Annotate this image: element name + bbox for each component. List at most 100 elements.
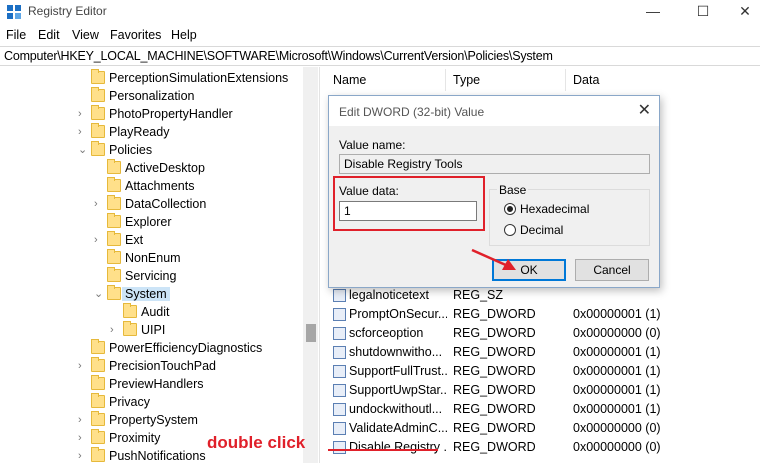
value-data-highlight bbox=[333, 176, 485, 231]
column-type-header[interactable]: Type bbox=[453, 73, 480, 87]
tree-item[interactable]: ⌄ Policies bbox=[0, 141, 300, 159]
value-name: undockwithoutl... bbox=[349, 402, 443, 416]
minimize-button[interactable]: — bbox=[638, 0, 668, 22]
chevron-right-icon[interactable]: › bbox=[78, 123, 88, 141]
registry-value-icon bbox=[333, 327, 346, 340]
tree-item[interactable]: Personalization bbox=[0, 87, 300, 105]
tree-item[interactable]: NonEnum bbox=[0, 249, 300, 267]
value-type: REG_DWORD bbox=[453, 364, 536, 378]
value-name-label: Value name: bbox=[339, 138, 406, 152]
tree-item[interactable]: Privacy bbox=[0, 393, 300, 411]
value-row[interactable]: legalnoticetext REG_SZ bbox=[329, 286, 760, 305]
chevron-down-icon[interactable]: ⌄ bbox=[78, 141, 88, 159]
registry-value-icon bbox=[333, 422, 346, 435]
tree-item[interactable]: › Ext bbox=[0, 231, 300, 249]
tree-item[interactable]: Audit bbox=[0, 303, 300, 321]
folder-icon bbox=[107, 267, 121, 282]
chevron-down-icon[interactable]: ⌄ bbox=[94, 285, 104, 303]
value-type: REG_DWORD bbox=[453, 383, 536, 397]
decimal-radio[interactable] bbox=[504, 224, 516, 236]
value-row[interactable]: undockwithoutl... REG_DWORD 0x00000001 (1) bbox=[329, 400, 760, 419]
tree-item[interactable]: PowerEfficiencyDiagnostics bbox=[0, 339, 300, 357]
hexadecimal-label[interactable]: Hexadecimal bbox=[520, 202, 589, 216]
tree-item-label: Proximity bbox=[109, 431, 161, 445]
registry-value-icon bbox=[333, 308, 346, 321]
tree-item[interactable]: › PrecisionTouchPad bbox=[0, 357, 300, 375]
folder-icon bbox=[107, 195, 121, 210]
value-name: scforceoption bbox=[349, 326, 424, 340]
maximize-button[interactable]: ☐ bbox=[688, 0, 718, 22]
menu-help[interactable]: Help bbox=[171, 28, 197, 42]
value-row[interactable]: ValidateAdminC... REG_DWORD 0x00000000 (0) bbox=[329, 419, 760, 438]
value-type: REG_SZ bbox=[453, 288, 504, 302]
menu-file[interactable]: File bbox=[6, 28, 26, 42]
tree-item[interactable]: Explorer bbox=[0, 213, 300, 231]
value-name: ValidateAdminC... bbox=[349, 421, 447, 435]
value-type: REG_DWORD bbox=[453, 307, 536, 321]
value-row[interactable]: scforceoption REG_DWORD 0x00000000 (0) bbox=[329, 324, 760, 343]
dialog-title-bar: Edit DWORD (32-bit) Value ✕ bbox=[329, 96, 659, 126]
tree-item[interactable]: ⌄ System bbox=[0, 285, 300, 303]
tree-item-label: Attachments bbox=[125, 179, 195, 193]
menu-view[interactable]: View bbox=[72, 28, 99, 42]
folder-icon bbox=[91, 411, 105, 426]
value-data: 0x00000000 (0) bbox=[573, 440, 661, 454]
tree-item[interactable]: PreviewHandlers bbox=[0, 375, 300, 393]
tree-item-label: Policies bbox=[109, 143, 153, 157]
value-type: REG_DWORD bbox=[453, 326, 536, 340]
tree-item-label: PerceptionSimulationExtensions bbox=[109, 71, 289, 85]
tree-scrollbar[interactable] bbox=[303, 67, 318, 463]
tree-item[interactable]: PerceptionSimulationExtensions bbox=[0, 69, 300, 87]
tree-item[interactable]: › DataCollection bbox=[0, 195, 300, 213]
menu-favorites[interactable]: Favorites bbox=[110, 28, 161, 42]
column-separator[interactable] bbox=[445, 69, 446, 91]
hexadecimal-radio[interactable] bbox=[504, 203, 516, 215]
base-label: Base bbox=[497, 183, 529, 197]
column-name-header[interactable]: Name bbox=[333, 73, 366, 87]
double-click-annotation: double click bbox=[207, 433, 306, 452]
tree-item[interactable]: Servicing bbox=[0, 267, 300, 285]
chevron-right-icon[interactable]: › bbox=[78, 357, 88, 375]
value-row[interactable]: SupportFullTrust... REG_DWORD 0x00000001 (… bbox=[329, 362, 760, 381]
chevron-right-icon[interactable]: › bbox=[78, 411, 88, 429]
tree-scrollbar-thumb[interactable] bbox=[306, 324, 316, 342]
column-separator[interactable] bbox=[565, 69, 566, 91]
chevron-right-icon[interactable]: › bbox=[94, 231, 104, 249]
tree-item[interactable]: › PropertySystem bbox=[0, 411, 300, 429]
folder-icon bbox=[107, 213, 121, 228]
base-group bbox=[489, 189, 650, 246]
value-row[interactable]: SupportUwpStar... REG_DWORD 0x00000001 (1) bbox=[329, 381, 760, 400]
close-button[interactable]: ✕ bbox=[730, 0, 760, 22]
chevron-right-icon[interactable]: › bbox=[78, 105, 88, 123]
tree-item[interactable]: › UIPI bbox=[0, 321, 300, 339]
tree-item[interactable]: › PlayReady bbox=[0, 123, 300, 141]
chevron-right-icon[interactable]: › bbox=[110, 321, 120, 339]
chevron-right-icon[interactable]: › bbox=[78, 429, 88, 447]
tree-item-label: System bbox=[122, 287, 170, 301]
folder-icon bbox=[91, 393, 105, 408]
tree-item[interactable]: › PhotoPropertyHandler bbox=[0, 105, 300, 123]
folder-icon bbox=[91, 141, 105, 156]
chevron-right-icon[interactable]: › bbox=[78, 447, 88, 463]
tree-item-label: ActiveDesktop bbox=[125, 161, 205, 175]
tree-item[interactable]: Attachments bbox=[0, 177, 300, 195]
chevron-right-icon[interactable]: › bbox=[94, 195, 104, 213]
folder-icon bbox=[91, 339, 105, 354]
value-row[interactable]: shutdownwitho... REG_DWORD 0x00000001 (1) bbox=[329, 343, 760, 362]
dialog-close-button[interactable]: ✕ bbox=[638, 100, 651, 120]
folder-icon bbox=[123, 303, 137, 318]
tree-item[interactable]: ActiveDesktop bbox=[0, 159, 300, 177]
cancel-button[interactable]: Cancel bbox=[575, 259, 649, 281]
registry-value-icon bbox=[333, 289, 346, 302]
menu-edit[interactable]: Edit bbox=[38, 28, 60, 42]
tree-item-label: Privacy bbox=[109, 395, 150, 409]
folder-icon bbox=[107, 177, 121, 192]
value-row[interactable]: PromptOnSecur... REG_DWORD 0x00000001 (1) bbox=[329, 305, 760, 324]
value-data: 0x00000001 (1) bbox=[573, 402, 661, 416]
dialog-title: Edit DWORD (32-bit) Value bbox=[339, 105, 485, 119]
column-data-header[interactable]: Data bbox=[573, 73, 599, 87]
decimal-label[interactable]: Decimal bbox=[520, 223, 563, 237]
value-name: SupportFullTrust... bbox=[349, 364, 447, 378]
address-bar[interactable]: Computer\HKEY_LOCAL_MACHINE\SOFTWARE\Mic… bbox=[0, 46, 760, 66]
tree-item-label: Servicing bbox=[125, 269, 177, 283]
